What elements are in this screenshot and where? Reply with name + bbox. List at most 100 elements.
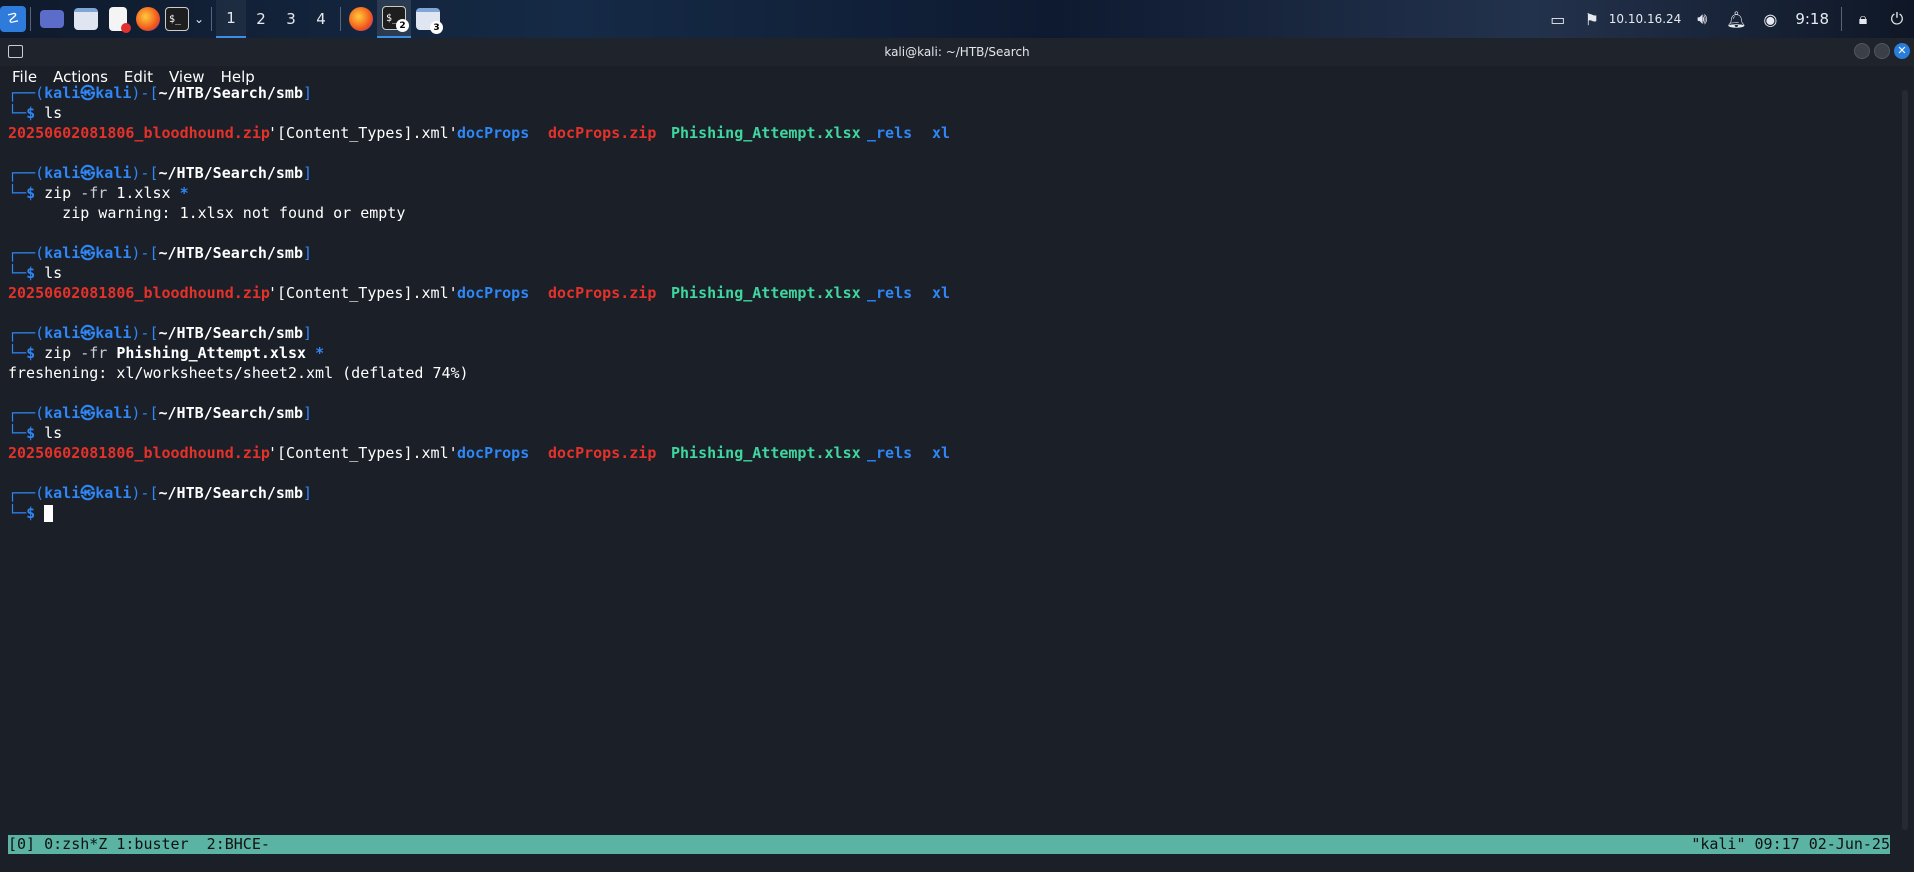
tmux-status-bar: [0] 0:zsh*Z 1:buster 2:BHCE- "kali" 09:1… — [8, 835, 1890, 854]
kali-menu-button[interactable]: ☡ — [0, 0, 26, 38]
prompt-bracket: )-[ — [131, 244, 159, 262]
prompt-path: ~/HTB/Search/smb — [158, 404, 303, 422]
prompt-path: ~/HTB/Search/smb — [158, 164, 303, 182]
terminal-icon: $_ — [165, 7, 189, 31]
prompt-path: ~/HTB/Search/smb — [158, 324, 303, 342]
terminal-scrollbar[interactable] — [1902, 90, 1908, 830]
window-title: kali@kali: ~/HTB/Search — [884, 45, 1030, 59]
command-line: └─$ ls — [8, 263, 62, 283]
workspace-1[interactable]: 1 — [216, 0, 246, 38]
ls-entry: xl — [932, 124, 951, 142]
display-icon[interactable]: ▭ — [1541, 0, 1575, 38]
command-glob: * — [315, 344, 325, 362]
command-output: freshening: xl/worksheets/sheet2.xml (de… — [8, 363, 469, 383]
vpn-icon[interactable]: ⚑ — [1575, 0, 1609, 38]
prompt-user: kali — [44, 324, 81, 342]
prompt-bracket: ] — [302, 164, 313, 182]
prompt-bracket: ] — [302, 484, 313, 502]
prompt-path: ~/HTB/Search/smb — [158, 484, 303, 502]
command-text: zip — [44, 344, 72, 362]
command-line: └─$ ls — [8, 103, 62, 123]
terminal-launcher[interactable]: $_ — [163, 0, 191, 38]
clock[interactable]: 9:18 — [1787, 10, 1837, 28]
notifications-icon[interactable]: 🔔︎ — [1719, 0, 1753, 38]
prompt-bracket: )-[ — [131, 324, 159, 342]
prompt-bracket: ] — [302, 324, 313, 342]
output-text: freshening: xl/worksheets/sheet2.xml (de… — [8, 364, 469, 382]
top-panel: ☡ $_ ⌄ 1 2 3 4 $_ 2 3 ▭ ⚑ 10.10.16.24 🔊︎ — [0, 0, 1914, 38]
firefox-window-button[interactable] — [345, 0, 377, 38]
close-button[interactable]: ✕ — [1894, 43, 1910, 59]
terminal-output[interactable]: ┌──(kali㉿kali)-[~/HTB/Search/smb] └─$ ls 2… — [0, 84, 1900, 835]
prompt-host: kali — [95, 484, 132, 502]
prompt-line: ┌──(kali㉿kali)-[~/HTB/Search/smb] — [8, 243, 312, 263]
ls-entry: '[Content_Types].xml' — [268, 284, 458, 302]
output-text: zip warning: 1.xlsx not found or empty — [8, 204, 406, 222]
prompt-bracket: ] — [302, 244, 313, 262]
workspace-3[interactable]: 3 — [276, 0, 306, 38]
prompt-bracket: ] — [302, 84, 313, 102]
prompt-host: kali — [95, 164, 132, 182]
prompt-at: ㉿ — [80, 244, 96, 262]
prompt-host: kali — [95, 84, 132, 102]
window-count-badge: 2 — [396, 19, 409, 32]
ls-entry: _rels — [867, 284, 913, 302]
prompt-corner: └─ — [8, 264, 27, 282]
lock-screen-icon[interactable]: 🔒︎ — [1846, 0, 1880, 38]
network-icon[interactable]: ◉ — [1753, 0, 1787, 38]
prompt-bracket: )-[ — [131, 484, 159, 502]
prompt-dollar: $ — [26, 264, 36, 282]
prompt-bracket: ┌──( — [8, 84, 45, 102]
firefox-icon — [349, 7, 373, 31]
command-glob: * — [179, 184, 189, 202]
prompt-bracket: ┌──( — [8, 244, 45, 262]
workspace-2[interactable]: 2 — [246, 0, 276, 38]
command-args: -fr — [80, 184, 108, 202]
command-args: -fr — [80, 344, 108, 362]
command-line: └─$ zip -fr 1.xlsx * — [8, 183, 189, 203]
file-manager-launcher[interactable] — [69, 0, 103, 38]
command-text: ls — [44, 424, 63, 442]
ls-entry: 20250602081806_bloodhound.zip — [8, 444, 270, 462]
command-target: Phishing_Attempt.xlsx — [116, 344, 307, 362]
prompt-bracket: )-[ — [131, 84, 159, 102]
prompt-bracket: )-[ — [131, 164, 159, 182]
tmux-window-list: [0] 0:zsh*Z 1:buster 2:BHCE- — [8, 835, 270, 853]
ls-entry: docProps — [457, 124, 530, 142]
minimize-button[interactable] — [1854, 43, 1870, 59]
system-tray: ▭ ⚑ 10.10.16.24 🔊︎ 🔔︎ ◉ 9:18 🔒︎ ⏻ — [1541, 0, 1914, 38]
text-editor-launcher[interactable] — [103, 0, 133, 38]
prompt-corner: └─ — [8, 104, 27, 122]
prompt-host: kali — [95, 404, 132, 422]
prompt-path: ~/HTB/Search/smb — [158, 244, 303, 262]
chevron-down-icon: ⌄ — [193, 12, 205, 26]
prompt-bracket: ] — [302, 404, 313, 422]
panel-separator — [1841, 7, 1842, 31]
prompt-line: ┌──(kali㉿kali)-[~/HTB/Search/smb] — [8, 83, 312, 103]
prompt-at: ㉿ — [80, 84, 96, 102]
ls-entry: _rels — [867, 444, 913, 462]
folder-icon — [74, 8, 98, 30]
workspace-4[interactable]: 4 — [306, 0, 336, 38]
ls-entry: docProps — [457, 284, 530, 302]
file-manager-window-button[interactable]: 3 — [411, 0, 445, 38]
terminal-launcher-dropdown[interactable]: ⌄ — [191, 0, 207, 38]
terminal-window-button[interactable]: $_ 2 — [377, 0, 411, 38]
firefox-launcher[interactable] — [133, 0, 163, 38]
desktop-icon — [40, 10, 64, 28]
volume-icon[interactable]: 🔊︎ — [1685, 0, 1719, 38]
prompt-line: ┌──(kali㉿kali)-[~/HTB/Search/smb] — [8, 403, 312, 423]
command-text: zip — [44, 184, 72, 202]
ls-entry: docProps.zip — [548, 124, 657, 142]
command-output: zip warning: 1.xlsx not found or empty — [8, 203, 405, 223]
window-titlebar[interactable]: kali@kali: ~/HTB/Search ✕ — [0, 38, 1914, 66]
prompt-dollar: $ — [26, 344, 36, 362]
prompt-at: ㉿ — [80, 404, 96, 422]
prompt-corner: └─ — [8, 504, 27, 522]
prompt-at: ㉿ — [80, 324, 96, 342]
maximize-button[interactable] — [1874, 43, 1890, 59]
prompt-host: kali — [95, 244, 132, 262]
logout-icon[interactable]: ⏻ — [1880, 0, 1914, 38]
show-desktop-button[interactable] — [35, 0, 69, 38]
prompt-at: ㉿ — [80, 164, 96, 182]
